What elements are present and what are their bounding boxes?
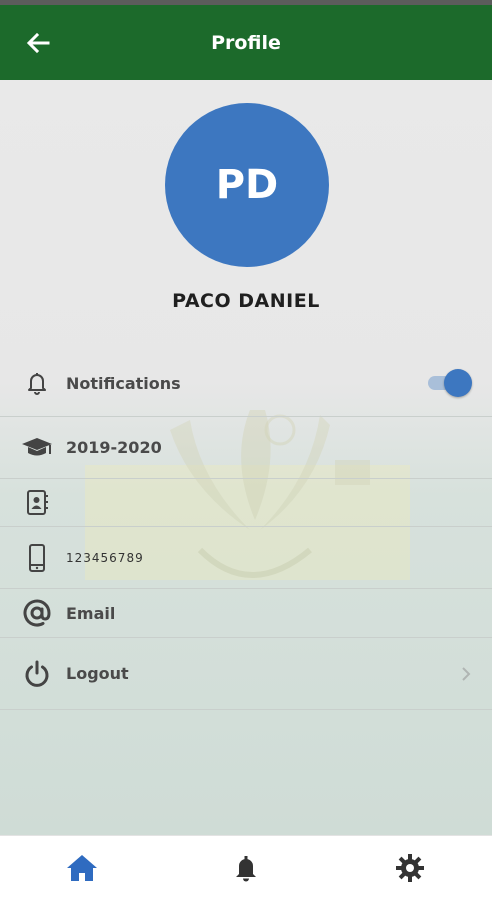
page-title: Profile [211, 31, 281, 54]
logout-label: Logout [66, 664, 129, 683]
logout-row[interactable]: Logout [0, 638, 492, 710]
phone-label: 123456789 [66, 550, 144, 565]
profile-content: PD PACO DANIEL Notifications 2019-2020 1… [0, 80, 492, 835]
arrow-back-icon [26, 32, 50, 54]
contact-row [0, 479, 492, 527]
bell-icon [236, 856, 256, 882]
power-icon [20, 657, 54, 691]
avatar: PD [165, 103, 329, 267]
app-bar: Profile [0, 5, 492, 80]
user-name: PACO DANIEL [172, 290, 320, 312]
bell-icon [20, 366, 54, 400]
email-row: Email [0, 589, 492, 638]
home-icon [67, 855, 97, 881]
notifications-row: Notifications [0, 350, 492, 417]
gear-icon [396, 854, 424, 882]
nav-notifications[interactable] [216, 843, 276, 893]
nav-home[interactable] [52, 843, 112, 893]
graduation-cap-icon [20, 431, 54, 465]
bottom-nav [0, 835, 492, 900]
chevron-right-icon [458, 664, 474, 684]
contact-card-icon [20, 486, 54, 520]
back-button[interactable] [22, 29, 54, 57]
notifications-label: Notifications [66, 373, 181, 393]
nav-settings[interactable] [380, 843, 440, 893]
phone-row: 123456789 [0, 527, 492, 589]
avatar-initials: PD [215, 162, 279, 208]
phone-icon [20, 541, 54, 575]
school-year-label: 2019-2020 [66, 438, 162, 457]
notifications-toggle[interactable] [426, 369, 472, 397]
at-icon [20, 596, 54, 630]
email-label: Email [66, 603, 116, 623]
school-year-row: 2019-2020 [0, 417, 492, 479]
